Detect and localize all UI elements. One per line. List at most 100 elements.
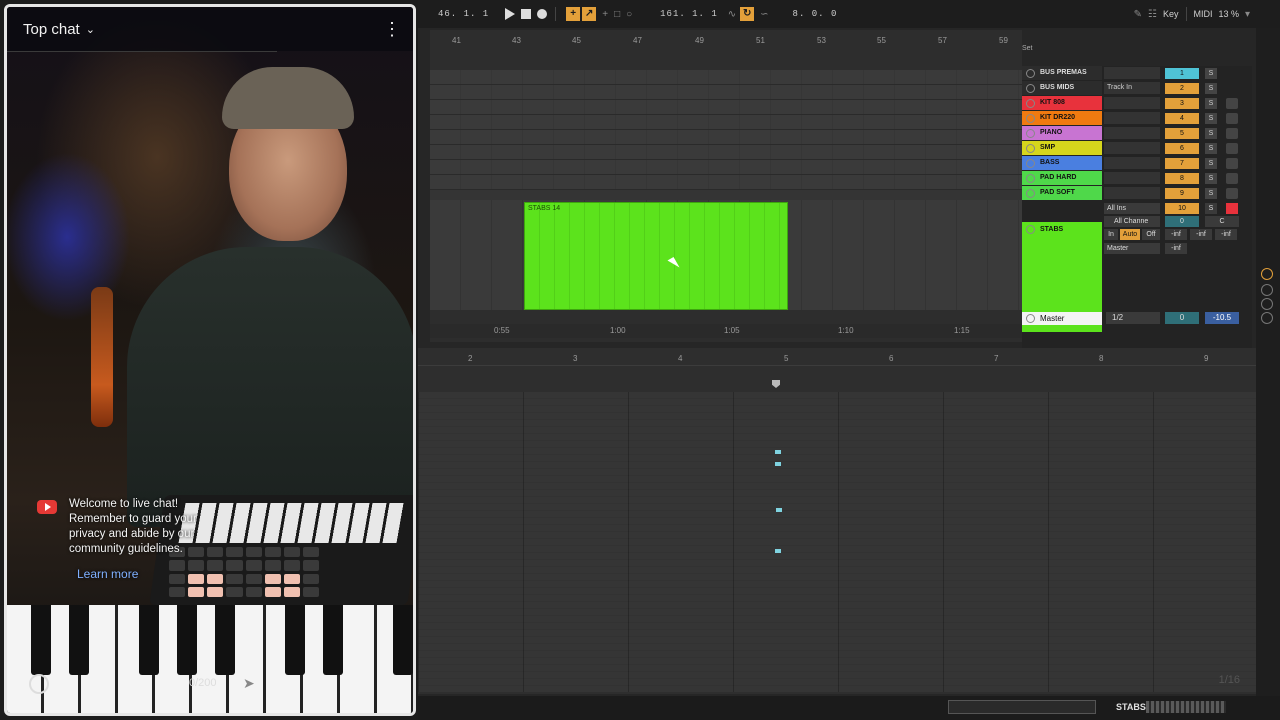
- solo-button[interactable]: S: [1205, 83, 1217, 94]
- midi-note[interactable]: [775, 549, 781, 553]
- record-arm-button[interactable]: [1226, 113, 1238, 124]
- track-row[interactable]: SMP 6 S: [1022, 141, 1252, 156]
- solo-button[interactable]: S: [1205, 113, 1217, 124]
- midi-note[interactable]: [776, 508, 782, 512]
- record-arm-button[interactable]: [1226, 98, 1238, 109]
- track-activator[interactable]: 6: [1165, 143, 1199, 154]
- midi-map-button[interactable]: MIDI: [1193, 7, 1212, 21]
- track-row[interactable]: PAD HARD 8 S: [1022, 171, 1252, 186]
- track-row[interactable]: KIT DR220 4 S: [1022, 111, 1252, 126]
- track-row[interactable]: BUS PREMAS 1 S: [1022, 66, 1252, 81]
- track-input-routing[interactable]: Track In: [1104, 82, 1160, 94]
- track-lane[interactable]: [430, 70, 1022, 85]
- output-select[interactable]: Master: [1104, 243, 1160, 254]
- global-quantize-select[interactable]: 1/2: [1106, 312, 1160, 324]
- master-volume-field[interactable]: 0: [1165, 312, 1199, 324]
- more-vert-icon[interactable]: ⋮: [383, 20, 401, 38]
- arrangement-view[interactable]: 41 43 45 47 49 51 53 55 57 59 STABS 14 0…: [430, 30, 1022, 342]
- io-toggle-icon[interactable]: [1261, 268, 1273, 280]
- punch-out-icon[interactable]: ∽: [760, 7, 768, 21]
- midi-clip[interactable]: STABS 14: [524, 202, 788, 310]
- track-input-routing[interactable]: [1104, 127, 1160, 139]
- record-arm-button[interactable]: [1226, 158, 1238, 169]
- note-grid[interactable]: [418, 392, 1256, 692]
- track-lane[interactable]: [430, 145, 1022, 160]
- volume-field[interactable]: 0: [1165, 216, 1199, 227]
- track-activator[interactable]: 3: [1165, 98, 1199, 109]
- record-arm-button[interactable]: [1226, 188, 1238, 199]
- solo-button[interactable]: S: [1205, 128, 1217, 139]
- track-fold-icon[interactable]: [1026, 174, 1035, 183]
- track-activator[interactable]: 9: [1165, 188, 1199, 199]
- track-activator[interactable]: 2: [1165, 83, 1199, 94]
- play-button[interactable]: [505, 7, 516, 21]
- track-lane[interactable]: [430, 160, 1022, 175]
- track-input-routing[interactable]: [1104, 97, 1160, 109]
- stop-button[interactable]: [521, 7, 532, 21]
- pan-field[interactable]: C: [1205, 216, 1239, 227]
- master-track-row[interactable]: Master 1/2 0 -10.5: [1022, 312, 1252, 326]
- track-input-routing[interactable]: [1104, 67, 1160, 79]
- song-position[interactable]: 46. 1. 1: [438, 7, 489, 21]
- track-row[interactable]: BASS 7 S: [1022, 156, 1252, 171]
- track-fold-icon[interactable]: [1026, 84, 1035, 93]
- keyboard-icon[interactable]: ☷: [1148, 7, 1157, 21]
- grid-resolution[interactable]: 1/16: [1219, 674, 1240, 686]
- monitor-off-button[interactable]: Off: [1142, 229, 1160, 240]
- track-fold-icon[interactable]: [1026, 225, 1035, 234]
- chat-mode-selector[interactable]: Top chat: [23, 21, 80, 38]
- track-activator[interactable]: 4: [1165, 113, 1199, 124]
- emoji-icon[interactable]: [29, 674, 49, 694]
- punch-in-icon[interactable]: ∿: [728, 7, 736, 21]
- solo-button[interactable]: S: [1205, 188, 1217, 199]
- track-fold-icon[interactable]: [1026, 314, 1035, 323]
- track-lane[interactable]: [430, 85, 1022, 100]
- send-icon[interactable]: ➤: [243, 675, 255, 692]
- track-activator[interactable]: 5: [1165, 128, 1199, 139]
- loop-switch[interactable]: ↻: [740, 7, 755, 21]
- track-row[interactable]: KIT 808 3 S: [1022, 96, 1252, 111]
- track-fold-icon[interactable]: [1026, 129, 1035, 138]
- stabs-track-lane[interactable]: STABS 14: [430, 200, 1022, 310]
- record-arm-button[interactable]: [1226, 143, 1238, 154]
- track-lanes[interactable]: STABS 14: [430, 70, 1022, 310]
- midi-note-editor[interactable]: 2 3 4 5 6 7 8 9 1/16: [418, 348, 1256, 694]
- solo-button[interactable]: S: [1205, 98, 1217, 109]
- track-input-routing[interactable]: [1104, 157, 1160, 169]
- track-lane[interactable]: [430, 115, 1022, 130]
- solo-button[interactable]: S: [1205, 203, 1217, 214]
- input-type-select[interactable]: All Ins: [1104, 203, 1160, 214]
- solo-button[interactable]: S: [1205, 158, 1217, 169]
- track-input-routing[interactable]: [1104, 172, 1160, 184]
- solo-button[interactable]: S: [1205, 68, 1217, 79]
- overdub-button[interactable]: +: [566, 7, 581, 21]
- cpu-dropdown-icon[interactable]: ▾: [1245, 7, 1250, 21]
- record-button[interactable]: [537, 7, 548, 21]
- track-row[interactable]: BUS MIDS Track In 2 S: [1022, 81, 1252, 96]
- track-fold-icon[interactable]: [1026, 99, 1035, 108]
- editor-ruler[interactable]: 2 3 4 5 6 7 8 9: [418, 352, 1256, 366]
- midi-note[interactable]: [775, 450, 781, 454]
- track-activator[interactable]: 7: [1165, 158, 1199, 169]
- track-fold-icon[interactable]: [1026, 189, 1035, 198]
- record-arm-button[interactable]: [1226, 173, 1238, 184]
- track-activator[interactable]: 8: [1165, 173, 1199, 184]
- record-arm-button[interactable]: [1226, 128, 1238, 139]
- track-row[interactable]: PIANO 5 S: [1022, 126, 1252, 141]
- track-input-routing[interactable]: [1104, 187, 1160, 199]
- track-fold-icon[interactable]: [1026, 159, 1035, 168]
- loop-icon[interactable]: ○: [626, 7, 632, 21]
- track-input-routing[interactable]: [1104, 142, 1160, 154]
- playhead-marker[interactable]: [772, 380, 780, 388]
- track-row[interactable]: PAD SOFT 9 S: [1022, 186, 1252, 201]
- track-lane[interactable]: [430, 175, 1022, 190]
- mixer-toggle-icon[interactable]: [1261, 312, 1273, 324]
- monitor-in-button[interactable]: In: [1104, 229, 1118, 240]
- track-activator[interactable]: 1: [1165, 68, 1199, 79]
- midi-note[interactable]: [775, 462, 781, 466]
- draw-mode-icon[interactable]: ✎: [1134, 7, 1142, 21]
- track-lane[interactable]: [430, 130, 1022, 145]
- returns-toggle-icon[interactable]: [1261, 298, 1273, 310]
- track-input-routing[interactable]: [1104, 112, 1160, 124]
- time-ruler[interactable]: 0:55 1:00 1:05 1:10 1:15: [430, 324, 1022, 338]
